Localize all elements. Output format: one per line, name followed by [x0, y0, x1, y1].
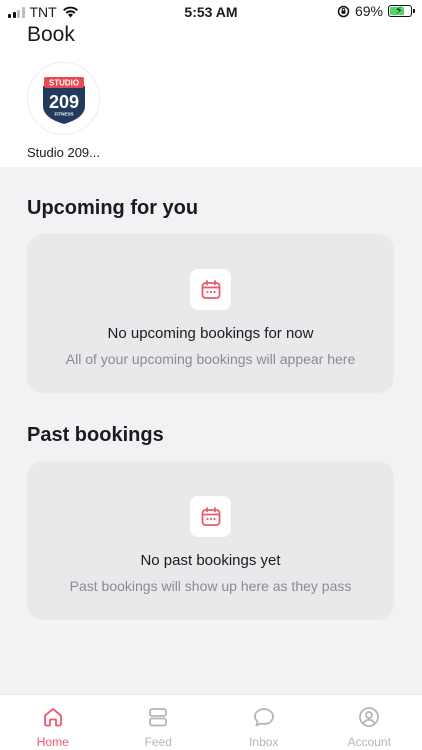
studio-209-logo-icon: STUDIO 209 FITNESS: [42, 76, 85, 124]
studio-logo[interactable]: STUDIO 209 FITNESS: [27, 62, 100, 135]
nav-account[interactable]: Account: [317, 695, 422, 750]
nav-feed[interactable]: Feed: [106, 695, 212, 750]
past-empty-title: No past bookings yet: [140, 552, 281, 569]
upcoming-empty-subtitle: All of your upcoming bookings will appea…: [65, 351, 356, 367]
bottom-nav: Home Feed Inbox Account: [0, 694, 422, 750]
upcoming-section-title: Upcoming for you: [27, 197, 199, 219]
upcoming-empty-card: No upcoming bookings for now All of your…: [27, 234, 394, 393]
studio-card[interactable]: STUDIO 209 FITNESS Studio 209...: [27, 62, 107, 160]
calendar-icon: [201, 506, 220, 526]
nav-home[interactable]: Home: [0, 695, 106, 750]
feed-icon: [149, 708, 168, 727]
calendar-icon-box: [190, 269, 231, 310]
studio-name: Studio 209...: [27, 145, 100, 160]
calendar-icon-box: [190, 496, 231, 537]
logo-bottom-text: FITNESS: [54, 111, 73, 116]
calendar-icon: [201, 279, 220, 299]
status-bar: TNT 5:53 AM 69% ⚡: [0, 0, 422, 24]
upcoming-empty-title: No upcoming bookings for now: [107, 325, 314, 342]
nav-account-label: Account: [347, 735, 391, 749]
battery-icon: ⚡: [388, 5, 415, 17]
logo-top-text: STUDIO: [48, 78, 78, 87]
past-empty-card: No past bookings yet Past bookings will …: [27, 461, 394, 620]
page-title: Book: [27, 23, 75, 46]
home-icon: [43, 708, 62, 727]
chat-bubble-icon: [253, 708, 274, 727]
past-section-title: Past bookings: [27, 424, 164, 446]
nav-feed-label: Feed: [144, 735, 172, 749]
logo-number-text: 209: [48, 92, 78, 112]
status-right: 69% ⚡: [337, 3, 415, 19]
battery-percent: 69%: [354, 3, 383, 19]
nav-home-label: Home: [36, 735, 69, 749]
book-header: Book STUDIO 209 FITNESS Studio 209...: [0, 23, 422, 167]
nav-inbox-label: Inbox: [249, 735, 279, 749]
charging-bolt-icon: ⚡: [395, 5, 403, 17]
user-circle-icon: [359, 707, 380, 727]
orientation-lock-icon: [337, 5, 350, 17]
past-empty-subtitle: Past bookings will show up here as they …: [69, 578, 352, 594]
nav-inbox[interactable]: Inbox: [211, 695, 317, 750]
